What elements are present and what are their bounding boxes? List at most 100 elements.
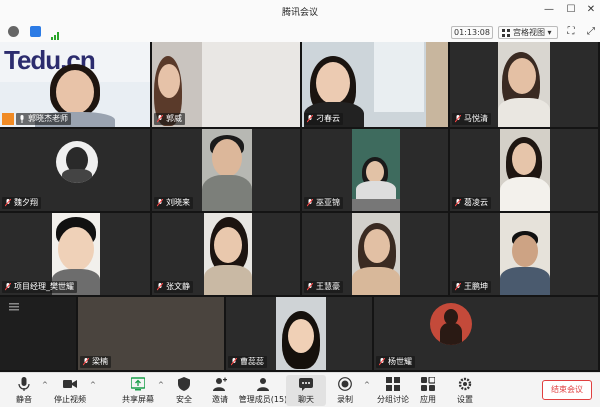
participant-nametag: 刁春云 bbox=[304, 113, 343, 125]
meeting-timer: 01:13:08 bbox=[451, 26, 493, 39]
record-icon bbox=[338, 377, 352, 391]
participant-nametag: 魏夕翔 bbox=[2, 197, 41, 209]
mic-off-icon bbox=[307, 115, 313, 123]
mic-off-icon bbox=[157, 115, 163, 123]
chat-bubble-icon bbox=[299, 378, 313, 391]
bottom-toolbar: 静音 ^ 停止视频 ^ 共享屏幕 ^ 安全 邀请 管理成员(15) 聊天 录制 … bbox=[0, 372, 600, 407]
share-screen-label: 共享屏幕 bbox=[122, 395, 154, 404]
participant-name: 梁楠 bbox=[92, 357, 108, 366]
chevron-up-icon[interactable]: ^ bbox=[90, 381, 96, 389]
settings-label: 设置 bbox=[457, 395, 473, 404]
avatar bbox=[430, 303, 472, 345]
title-bar: 腾讯会议 — ☐ ✕ bbox=[0, 0, 600, 22]
video-tile[interactable]: 郭威 bbox=[152, 42, 302, 129]
mute-label: 静音 bbox=[16, 395, 32, 404]
participant-name: 巫亚锦 bbox=[316, 198, 340, 207]
signal-icon[interactable] bbox=[50, 26, 61, 40]
participant-name: 葛凌云 bbox=[464, 198, 488, 207]
video-tile[interactable]: 刘晓来 bbox=[152, 129, 302, 213]
exit-fullscreen-icon[interactable]: ⤢ bbox=[584, 25, 598, 39]
mic-off-icon bbox=[455, 115, 461, 123]
participant-nametag: 梁楠 bbox=[80, 356, 111, 368]
mic-off-icon bbox=[83, 358, 89, 366]
participant-nametag: 张文静 bbox=[154, 281, 193, 293]
shield-icon[interactable] bbox=[30, 26, 41, 37]
grid-icon bbox=[502, 29, 510, 37]
mic-icon bbox=[20, 115, 24, 123]
invite-button[interactable]: 邀请 bbox=[200, 375, 240, 406]
avatar bbox=[56, 141, 98, 183]
participant-nametag: 刘晓来 bbox=[154, 197, 193, 209]
chevron-up-icon[interactable]: ^ bbox=[364, 381, 370, 389]
video-tile[interactable]: 葛凌云 bbox=[450, 129, 600, 213]
mic-off-icon bbox=[157, 199, 163, 207]
participant-nametag: 郭晓杰老师 bbox=[16, 113, 71, 125]
maximize-icon[interactable]: ☐ bbox=[564, 3, 578, 17]
participant-nametag: 葛凌云 bbox=[452, 197, 491, 209]
video-tile[interactable]: 曹蕊蕊 bbox=[226, 297, 374, 372]
mic-off-icon bbox=[307, 283, 313, 291]
grid-view-label: 宫格视图 bbox=[513, 28, 545, 37]
share-screen-button[interactable]: 共享屏幕 bbox=[118, 375, 158, 406]
gear-icon bbox=[458, 377, 472, 391]
manage-members-button[interactable]: 管理成员(15) bbox=[239, 375, 287, 406]
mic-off-icon bbox=[307, 199, 313, 207]
record-label: 录制 bbox=[337, 395, 353, 404]
mic-off-icon bbox=[231, 358, 237, 366]
video-tile[interactable]: 魏夕翔 bbox=[0, 129, 152, 213]
video-tile[interactable]: 杨世耀 bbox=[374, 297, 600, 372]
window-title: 腾讯会议 bbox=[281, 8, 318, 18]
participant-nametag: 曹蕊蕊 bbox=[228, 356, 267, 368]
video-tile[interactable]: Tedu.cn 郭晓杰老师 bbox=[0, 42, 152, 129]
apps-icon bbox=[421, 377, 435, 391]
video-tile[interactable]: 王鹏坤 bbox=[450, 213, 600, 297]
grid-view-button[interactable]: 宫格视图 ▾ bbox=[498, 26, 558, 39]
participant-name: 魏夕翔 bbox=[14, 198, 38, 207]
mic-off-icon bbox=[455, 199, 461, 207]
participant-name: 王鹏坤 bbox=[464, 282, 488, 291]
mic-off-icon bbox=[5, 199, 11, 207]
mic-off-icon bbox=[379, 358, 385, 366]
video-tile[interactable]: 梁楠 bbox=[78, 297, 226, 372]
mic-off-icon bbox=[157, 283, 163, 291]
participant-nametag: 郭威 bbox=[154, 113, 185, 125]
participant-name: 杨世耀 bbox=[388, 357, 412, 366]
info-icon[interactable] bbox=[8, 26, 19, 37]
shield-icon bbox=[178, 377, 190, 391]
breakout-icon bbox=[386, 377, 400, 391]
video-tile[interactable]: 王慧豪 bbox=[302, 213, 450, 297]
close-icon[interactable]: ✕ bbox=[584, 3, 598, 17]
chevron-up-icon[interactable]: ^ bbox=[42, 381, 48, 389]
settings-button[interactable]: 设置 bbox=[445, 375, 485, 406]
mic-off-icon bbox=[5, 283, 11, 291]
menu-icon bbox=[9, 303, 19, 311]
fullscreen-icon[interactable]: ⛶ bbox=[564, 25, 578, 39]
microphone-icon bbox=[18, 377, 30, 391]
minimize-icon[interactable]: — bbox=[542, 3, 556, 17]
participant-name: 王慧豪 bbox=[316, 282, 340, 291]
mute-button[interactable]: 静音 bbox=[4, 375, 44, 406]
participant-name: 刘晓来 bbox=[166, 198, 190, 207]
mic-off-icon bbox=[455, 283, 461, 291]
video-tile[interactable]: 张文静 bbox=[152, 213, 302, 297]
participant-name: 马悦清 bbox=[464, 114, 488, 123]
host-icon bbox=[2, 113, 14, 125]
video-tile[interactable]: 马悦清 bbox=[450, 42, 600, 129]
video-tile[interactable] bbox=[0, 297, 78, 372]
participant-nametag: 王鹏坤 bbox=[452, 281, 491, 293]
chevron-up-icon[interactable]: ^ bbox=[158, 381, 164, 389]
stop-video-button[interactable]: 停止视频 bbox=[50, 375, 90, 406]
record-button[interactable]: 录制 bbox=[325, 375, 365, 406]
participant-name: 项目经理_樊世耀 bbox=[14, 282, 74, 291]
members-icon bbox=[257, 378, 269, 391]
meeting-toolbar: 01:13:08 宫格视图 ▾ ⛶ ⤢ bbox=[0, 22, 600, 42]
video-tile[interactable]: 项目经理_樊世耀 bbox=[0, 213, 152, 297]
video-tile[interactable]: 刁春云 bbox=[302, 42, 450, 129]
end-meeting-button[interactable]: 结束会议 bbox=[542, 380, 592, 400]
participant-name: 刁春云 bbox=[316, 114, 340, 123]
participant-nametag: 马悦清 bbox=[452, 113, 491, 125]
participant-nametag: 王慧豪 bbox=[304, 281, 343, 293]
participant-nametag: 巫亚锦 bbox=[304, 197, 343, 209]
video-tile[interactable]: 巫亚锦 bbox=[302, 129, 450, 213]
add-user-icon bbox=[213, 377, 227, 391]
